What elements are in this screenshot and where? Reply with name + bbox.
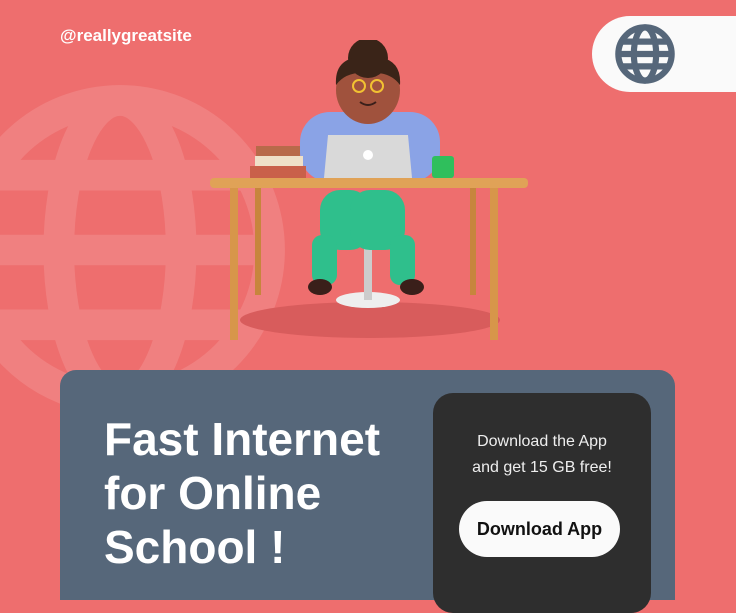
headline-line: Fast Internet — [104, 413, 381, 465]
download-app-button[interactable]: Download App — [459, 501, 620, 557]
promo-text: Download the App and get 15 GB free! — [433, 429, 651, 481]
promo-line: Download the App — [477, 433, 607, 450]
hero-panel: Fast Internet for Online School ! Downlo… — [60, 370, 675, 613]
logo-badge — [592, 16, 736, 92]
headline-line: for Online — [104, 467, 322, 519]
globe-icon — [615, 24, 675, 84]
headline: Fast Internet for Online School ! — [104, 412, 380, 574]
site-handle: @reallygreatsite — [60, 26, 192, 45]
download-card: Download the App and get 15 GB free! Dow… — [433, 393, 651, 613]
headline-line: School ! — [104, 521, 286, 573]
promo-line: and get 15 GB free! — [472, 459, 612, 476]
student-at-desk-illustration — [210, 40, 528, 340]
